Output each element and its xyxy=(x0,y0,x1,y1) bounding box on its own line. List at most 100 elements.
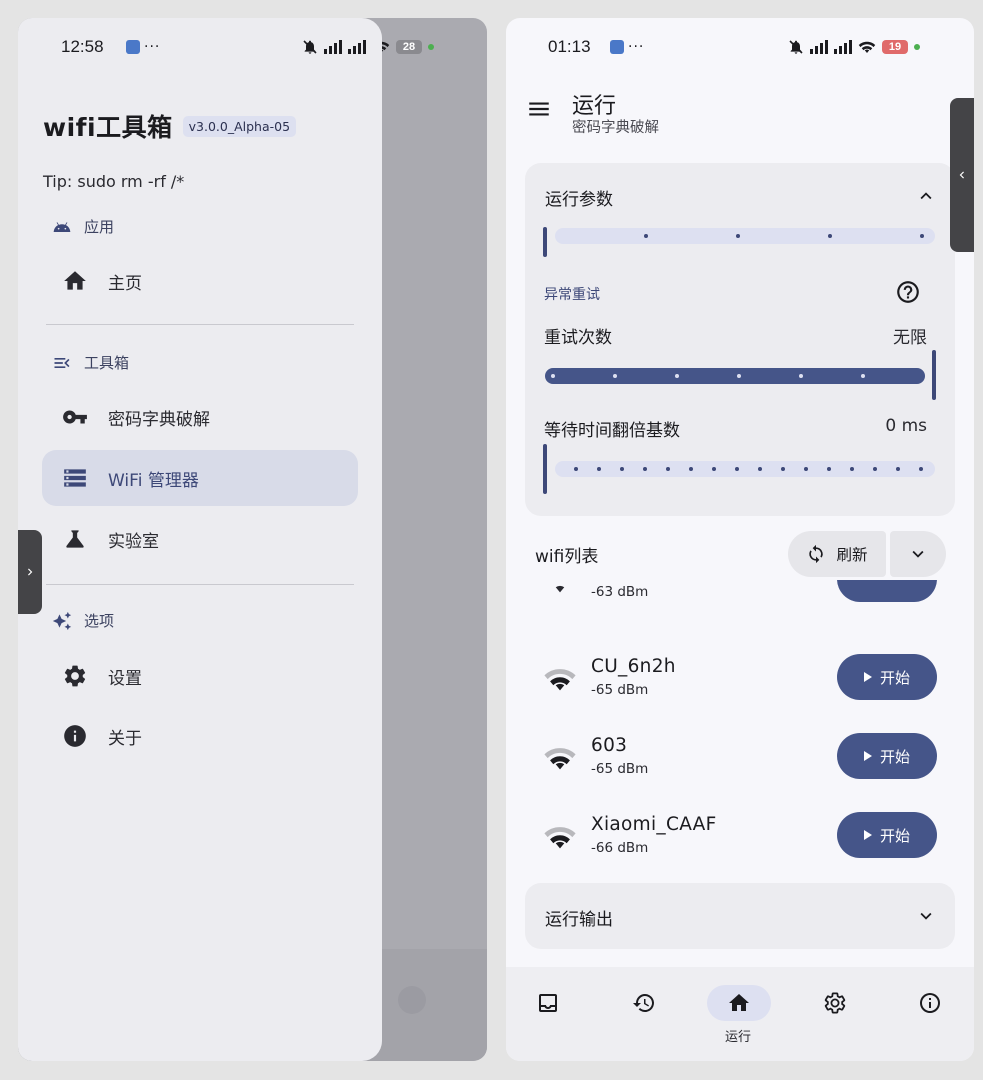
retry-count-label: 重试次数 xyxy=(544,328,612,348)
sparkle-icon xyxy=(52,611,72,630)
start-button-label: 开始 xyxy=(879,747,910,766)
drawer-status-bar: 12:58 ··· xyxy=(18,36,382,58)
nav-item-lab[interactable]: 实验室 xyxy=(42,511,358,567)
page-subtitle: 密码字典破解 xyxy=(572,120,659,136)
retry-count-slider-handle[interactable] xyxy=(932,350,936,400)
nav-item-settings[interactable]: 设置 xyxy=(42,648,358,704)
top-app-bar: 运行 密码字典破解 xyxy=(506,92,974,152)
list-item[interactable]: Xiaomi_CAAF -66 dBm 开始 xyxy=(506,800,974,866)
refresh-button[interactable]: 刷新 xyxy=(788,531,886,577)
chevron-down-icon xyxy=(912,550,924,558)
home-icon xyxy=(64,271,86,290)
section-options: 选项 xyxy=(52,610,114,631)
wifi-list: -63 dBm CU_6n2h -65 dBm 开始 603 -65 dBm 开… xyxy=(506,580,974,866)
play-icon xyxy=(863,672,872,682)
drawer-header: wifi工具箱 v3.0.0_Alpha-05 xyxy=(43,108,297,144)
nav-item-settings-label: 设置 xyxy=(108,668,142,689)
more-notifications-icon: ··· xyxy=(144,39,161,55)
nav-item-wifi-manager[interactable]: WiFi 管理器 xyxy=(42,450,358,506)
section-options-label: 选项 xyxy=(84,612,115,630)
left-phone-screen: 12:58 ··· 28 12:58 ··· wifi工具箱 v3.0.0_Al… xyxy=(18,18,487,1061)
nav-item-wifi-manager-label: WiFi 管理器 xyxy=(108,470,199,491)
tip-text: Tip: sudo rm -rf /* xyxy=(43,172,185,191)
wifi-list-title: wifi列表 xyxy=(535,547,599,567)
battery-indicator: 28 xyxy=(396,40,422,54)
retry-section-label: 异常重试 xyxy=(544,287,600,303)
play-icon xyxy=(863,830,872,840)
edge-handle-right[interactable] xyxy=(950,98,974,252)
status-bar: 01:13 ··· 19 xyxy=(506,36,974,58)
bottom-nav-about[interactable] xyxy=(898,985,962,1021)
output-card-title: 运行输出 xyxy=(545,910,613,930)
output-card[interactable]: 运行输出 xyxy=(525,883,955,949)
history-icon xyxy=(633,994,654,1012)
key-icon xyxy=(63,410,87,424)
signal-icon-2 xyxy=(348,40,366,54)
privacy-dot xyxy=(914,44,920,50)
list-item[interactable]: -63 dBm xyxy=(506,580,974,624)
start-button[interactable]: 开始 xyxy=(837,654,937,700)
list-item[interactable]: 603 -65 dBm 开始 xyxy=(506,721,974,801)
wifi-signal-icon xyxy=(544,748,576,770)
nav-item-about-label: 关于 xyxy=(108,728,142,749)
params-card-title: 运行参数 xyxy=(545,190,613,210)
hamburger-menu-icon[interactable] xyxy=(526,96,552,122)
nav-item-about[interactable]: 关于 xyxy=(42,708,358,764)
start-button[interactable]: 开始 xyxy=(837,812,937,858)
home-icon xyxy=(729,994,749,1011)
chevron-down-icon[interactable] xyxy=(915,905,937,927)
list-item[interactable]: CU_6n2h -65 dBm 开始 xyxy=(506,642,974,722)
nav-item-lab-label: 实验室 xyxy=(108,531,159,552)
start-button[interactable]: 开始 xyxy=(837,733,937,779)
nav-item-home[interactable]: 主页 xyxy=(42,253,358,309)
status-time: 12:58 xyxy=(61,37,104,56)
nav-item-home-label: 主页 xyxy=(108,273,142,294)
battery-indicator: 19 xyxy=(882,40,908,54)
wifi-status-icon xyxy=(858,41,876,53)
wait-base-slider-handle[interactable] xyxy=(543,444,547,494)
help-icon[interactable] xyxy=(895,279,921,305)
privacy-dot xyxy=(428,44,434,50)
section-toolbox-label: 工具箱 xyxy=(84,354,130,372)
signal-icon-2 xyxy=(834,40,852,54)
nav-item-dict-crack[interactable]: 密码字典破解 xyxy=(42,389,358,445)
section-apps-label: 应用 xyxy=(84,218,115,236)
navigation-drawer: 12:58 ··· wifi工具箱 v3.0.0_Alpha-05 Tip: s… xyxy=(18,18,382,1061)
storage-icon xyxy=(64,469,86,487)
status-time: 01:13 xyxy=(548,37,591,56)
inbox-icon xyxy=(539,994,557,1012)
bottom-navigation: 运行 xyxy=(506,967,974,1061)
gear-icon xyxy=(64,665,86,687)
menu-open-icon xyxy=(54,357,70,368)
wifi-signal-icon xyxy=(544,669,576,691)
refresh-label: 刷新 xyxy=(836,546,868,564)
wifi-rssi: -65 dBm xyxy=(591,761,649,777)
wifi-rssi: -66 dBm xyxy=(591,840,649,856)
wait-base-slider-track[interactable] xyxy=(555,461,935,477)
start-button[interactable] xyxy=(837,580,937,602)
wifi-list-dropdown-button[interactable] xyxy=(890,531,946,577)
chevron-up-icon[interactable] xyxy=(915,185,937,207)
top-slider-handle[interactable] xyxy=(543,227,547,257)
edge-handle-left[interactable] xyxy=(18,530,42,614)
info-icon xyxy=(64,725,86,747)
retry-count-slider-track[interactable] xyxy=(545,368,925,384)
wifi-ssid: 603 xyxy=(591,735,628,756)
signal-icon xyxy=(324,40,342,54)
wait-base-value: 0 ms xyxy=(885,416,927,436)
bottom-nav-run[interactable] xyxy=(707,985,771,1021)
flask-icon xyxy=(66,530,84,548)
bottom-nav-history[interactable] xyxy=(612,985,676,1021)
wifi-ssid: CU_6n2h xyxy=(591,656,676,677)
start-button-label: 开始 xyxy=(879,826,910,845)
bottom-nav-inbox[interactable] xyxy=(516,985,580,1021)
bottom-nav-settings[interactable] xyxy=(803,985,867,1021)
right-phone-screen: 01:13 ··· 19 运行 密码字典破解 运行参数 异常重试 重试次数 无限 xyxy=(506,18,974,1061)
top-slider-track[interactable] xyxy=(555,228,935,244)
sync-icon xyxy=(809,544,824,564)
info-icon xyxy=(920,993,940,1013)
section-apps: 应用 xyxy=(52,216,114,237)
mute-bell-icon xyxy=(303,40,317,54)
wait-base-label: 等待时间翻倍基数 xyxy=(544,421,680,441)
divider xyxy=(46,324,354,325)
